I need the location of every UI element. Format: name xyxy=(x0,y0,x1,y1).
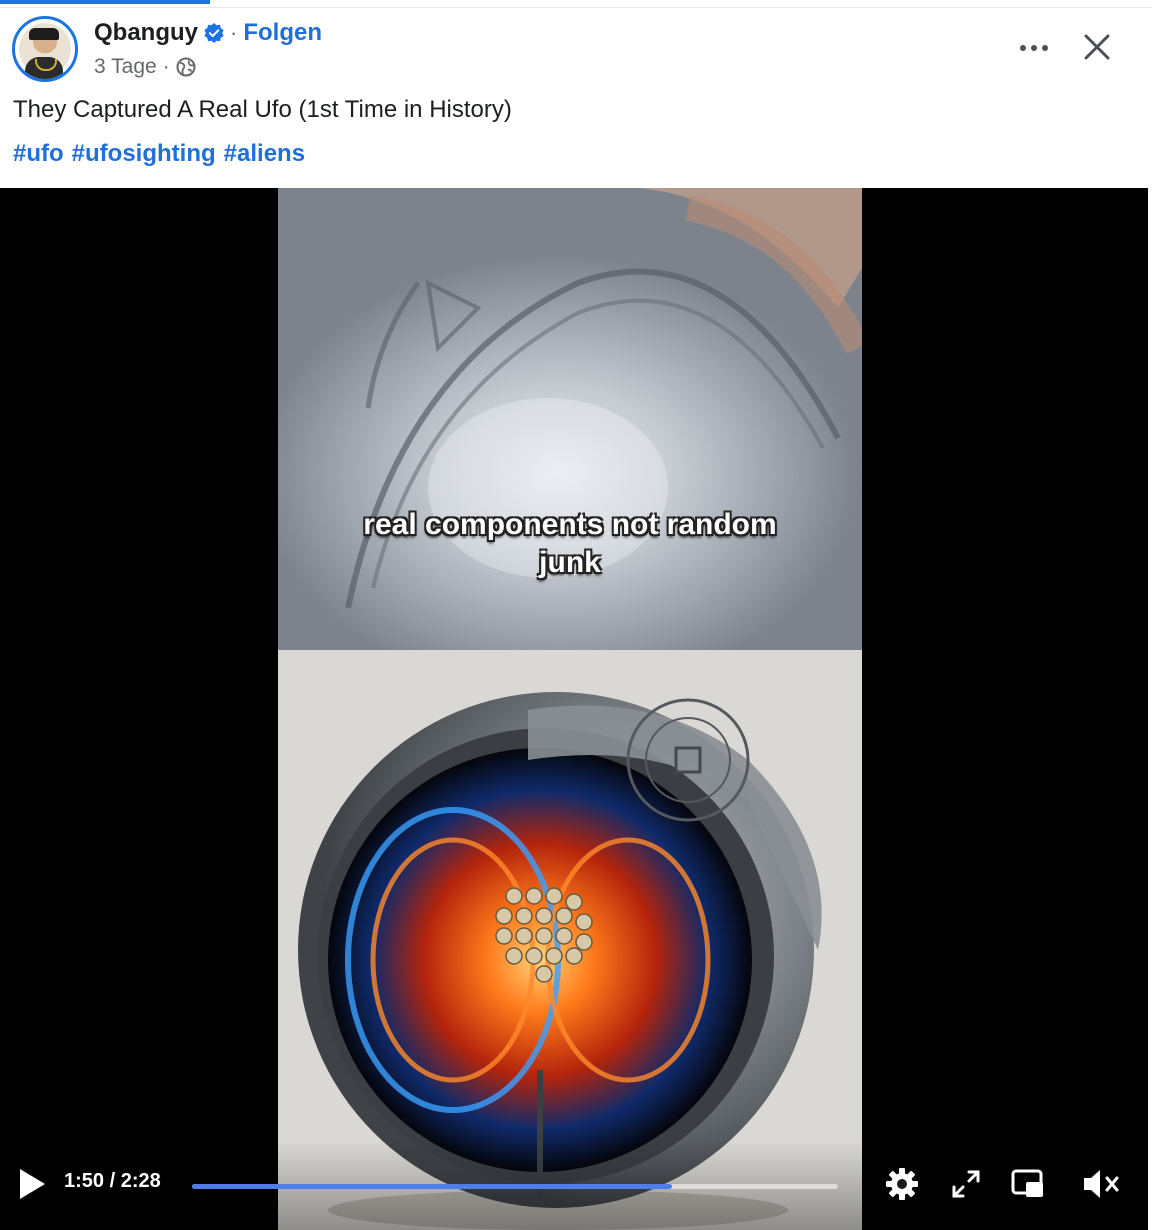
seek-bar-fill xyxy=(192,1184,672,1189)
hashtag-link[interactable]: #ufosighting xyxy=(72,140,216,168)
meta-separator: · xyxy=(162,55,170,78)
separator-dot: · xyxy=(230,20,238,45)
post-meta: 3 Tage · xyxy=(94,52,196,82)
hashtag-link[interactable]: #aliens xyxy=(224,140,305,168)
close-icon xyxy=(1084,34,1110,60)
subtitle-line-1: real components not random xyxy=(363,508,777,541)
current-time: 1:50 xyxy=(64,1170,105,1192)
video-frame[interactable]: real components not random junk xyxy=(278,188,862,1230)
picture-in-picture-icon xyxy=(1011,1169,1043,1197)
play-icon[interactable] xyxy=(16,1166,48,1202)
hashtag-link[interactable]: #ufo xyxy=(13,140,64,168)
settings-button[interactable] xyxy=(882,1164,922,1204)
author-row: Qbanguy · Folgen xyxy=(94,18,322,48)
more-options-icon xyxy=(1020,45,1048,51)
more-options-button[interactable] xyxy=(1012,28,1056,68)
page-load-progress-fill xyxy=(0,0,210,4)
subtitle-line-2: junk xyxy=(539,546,601,579)
avatar-hat xyxy=(29,28,59,40)
post-header: Qbanguy · Folgen 3 Tage · They Captured … xyxy=(0,8,1152,188)
muted-volume-icon xyxy=(1084,1170,1119,1198)
settings-icon xyxy=(886,1168,918,1200)
verified-badge-icon xyxy=(204,23,224,43)
fullscreen-icon xyxy=(952,1170,980,1198)
volume-button[interactable] xyxy=(1080,1164,1120,1204)
globe-icon[interactable] xyxy=(176,57,196,77)
metal-sphere-footage: real components not random junk xyxy=(278,188,862,650)
fullscreen-button[interactable] xyxy=(946,1164,986,1204)
hashtag-list: #ufo #ufosighting #aliens xyxy=(13,140,305,168)
picture-in-picture-button[interactable] xyxy=(1008,1164,1048,1204)
post-caption: They Captured A Real Ufo (1st Time in Hi… xyxy=(13,96,512,123)
video-player[interactable]: real components not random junk 1:50 / 2… xyxy=(0,188,1148,1230)
author-name[interactable]: Qbanguy xyxy=(94,19,198,47)
post-timestamp[interactable]: 3 Tage xyxy=(94,55,157,79)
time-separator: / xyxy=(104,1170,121,1192)
video-controls: 1:50 / 2:28 xyxy=(0,1140,1148,1230)
video-right-edge xyxy=(1148,188,1152,1230)
playback-time: 1:50 / 2:28 xyxy=(64,1170,161,1193)
close-button[interactable] xyxy=(1074,24,1120,70)
seek-bar[interactable] xyxy=(192,1184,838,1189)
author-avatar[interactable] xyxy=(12,16,78,82)
video-subtitle: real components not random junk xyxy=(278,506,862,582)
follow-button[interactable]: Folgen xyxy=(243,19,322,47)
duration: 2:28 xyxy=(120,1170,161,1192)
